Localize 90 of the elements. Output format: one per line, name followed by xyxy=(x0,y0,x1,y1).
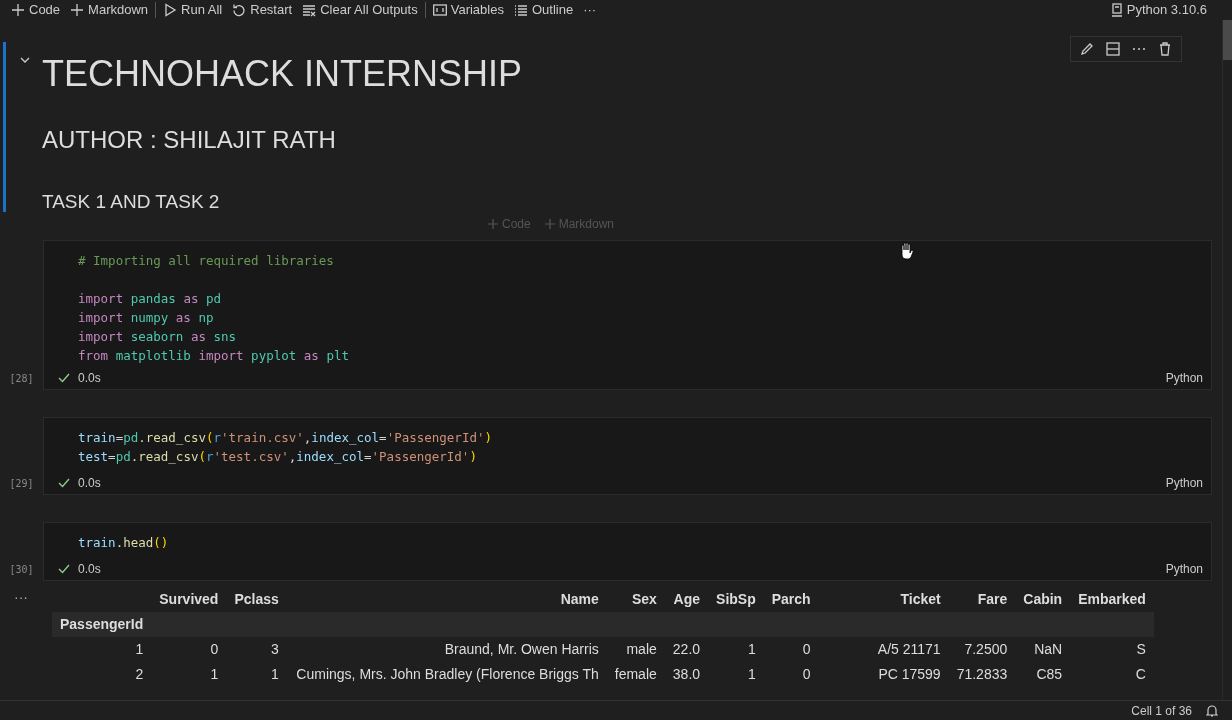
column-header: Parch xyxy=(763,587,819,612)
kernel-picker[interactable]: Python 3.10.6 xyxy=(1105,0,1212,20)
heading: AUTHOR : SHILAJIT RATH xyxy=(42,124,336,155)
table-cell-text: 38.0 xyxy=(671,665,702,684)
server-icon xyxy=(1110,3,1123,17)
trash-icon[interactable] xyxy=(1157,41,1173,57)
column-header: Age xyxy=(664,587,709,612)
plus-icon xyxy=(544,219,555,229)
index-header: PassengerId xyxy=(52,612,152,637)
code-line: test=pd.read_csv(r'test.csv',index_col='PassengerId') xyxy=(78,448,478,466)
toolbar-button[interactable]: Run All xyxy=(158,0,228,20)
toolbar-button[interactable]: Restart xyxy=(227,0,298,20)
code-cell[interactable]: # Importing all required libraries import pandas as pd import numpy as np import seaborn as sns from matplotlib import pyplot as plt 0.0s Python xyxy=(43,240,1212,390)
language-label[interactable]: Python xyxy=(1165,474,1203,492)
table-cell-text: PC 17599 xyxy=(877,665,942,684)
language-label[interactable]: Python xyxy=(1165,560,1203,578)
column-header: Pclass xyxy=(226,587,287,612)
code-line: train=pd.read_csv(r'train.csv',index_col='PassengerId') xyxy=(78,429,493,447)
plus-icon xyxy=(70,3,85,17)
restart-icon xyxy=(232,3,247,17)
hand-cursor-icon xyxy=(899,242,915,260)
column-header: Embarked xyxy=(1070,587,1154,612)
outline-icon xyxy=(513,3,528,17)
code-line: # Importing all required libraries xyxy=(78,252,335,270)
toolbar-button[interactable]: ··· xyxy=(578,0,602,20)
cell-position: Cell 1 of 36 xyxy=(1131,702,1192,720)
toolbar-button[interactable]: Clear All Outputs xyxy=(297,0,423,20)
code-line: import numpy as np xyxy=(78,309,215,327)
toolbar-button[interactable]: Code xyxy=(6,0,66,20)
split-icon[interactable] xyxy=(1105,41,1121,57)
code-line: from matplotlib import pyplot as plt xyxy=(78,347,350,365)
code-cell[interactable]: train=pd.read_csv(r'train.csv',index_col='PassengerId') test=pd.read_csv(r'test.csv',index_col='PassengerId') 0.0s Python xyxy=(43,417,1212,495)
table-cell-text: C85 xyxy=(1035,665,1064,684)
execution-count: [29] xyxy=(8,477,35,491)
execution-time: 0.0s xyxy=(78,370,101,387)
table-cell: 7.2500 xyxy=(948,637,1016,662)
heading: TECHNOHACK INTERNSHIP xyxy=(42,54,523,94)
table-cell: 3 xyxy=(226,637,287,662)
table-cell-text: 1 xyxy=(746,665,757,684)
table-cell: NaN xyxy=(1015,637,1071,662)
play-icon xyxy=(163,3,178,17)
table-cell-text: 0 xyxy=(801,665,812,684)
table-cell: 0 xyxy=(763,637,819,662)
language-label[interactable]: Python xyxy=(1165,369,1203,387)
variables-icon xyxy=(432,3,447,17)
check-icon xyxy=(58,478,70,488)
clear-icon xyxy=(302,3,317,17)
chevron-icon[interactable] xyxy=(20,57,30,64)
table-cell-text: female xyxy=(613,665,658,684)
table-cell-text: C xyxy=(1134,665,1147,684)
execution-time: 0.0s xyxy=(78,475,101,492)
code-line: import seaborn as sns xyxy=(78,328,238,346)
toolbar-button[interactable]: Markdown xyxy=(65,0,154,20)
table-cell: 1 xyxy=(708,637,764,662)
table-cell: A/5 21171 xyxy=(818,637,949,662)
row-index: 1 xyxy=(52,637,152,662)
table-cell: Braund, Mr. Owen Harris xyxy=(286,637,607,662)
column-header: Fare xyxy=(948,587,1016,612)
table-cell-text: 1 xyxy=(270,665,280,684)
table-cell-text: 71.2833 xyxy=(955,665,1009,684)
execution-count: [28] xyxy=(8,372,35,386)
toolbar-button[interactable]: Outline xyxy=(508,0,579,20)
check-icon xyxy=(58,564,70,574)
code-cell[interactable]: train.head() 0.0s Python xyxy=(43,522,1212,581)
table-cell: S xyxy=(1070,637,1154,662)
column-header: SibSp xyxy=(708,587,764,612)
scrollbar-thumb[interactable] xyxy=(1223,20,1232,60)
code-line: train.head() xyxy=(78,534,170,552)
pencil-icon[interactable] xyxy=(1079,41,1095,57)
table-cell: 22.0 xyxy=(664,637,709,662)
column-header: Survived xyxy=(151,587,227,612)
execution-count: [30] xyxy=(8,563,35,577)
column-header: Ticket xyxy=(818,587,949,612)
output-menu[interactable]: ··· xyxy=(0,587,52,687)
plus-icon xyxy=(487,219,498,229)
table-cell: male xyxy=(606,637,665,662)
code-line: import pandas as pd xyxy=(78,290,222,308)
execution-time: 0.0s xyxy=(78,561,101,578)
column-header: Sex xyxy=(606,587,665,612)
table-cell-text: 1 xyxy=(209,665,220,684)
heading: TASK 1 AND TASK 2 xyxy=(42,189,220,214)
row-index: 2 xyxy=(134,665,145,684)
plus-icon xyxy=(11,3,25,17)
toolbar-button[interactable]: Variables xyxy=(427,0,509,20)
column-header: Cabin xyxy=(1015,587,1071,612)
bell-icon[interactable] xyxy=(1206,703,1218,718)
check-icon xyxy=(58,373,70,383)
table-cell: 0 xyxy=(151,637,227,662)
table-cell-text: Cumings, Mrs. John Bradley (Florence Briggs Th xyxy=(295,665,600,684)
column-header: Name xyxy=(286,587,607,612)
